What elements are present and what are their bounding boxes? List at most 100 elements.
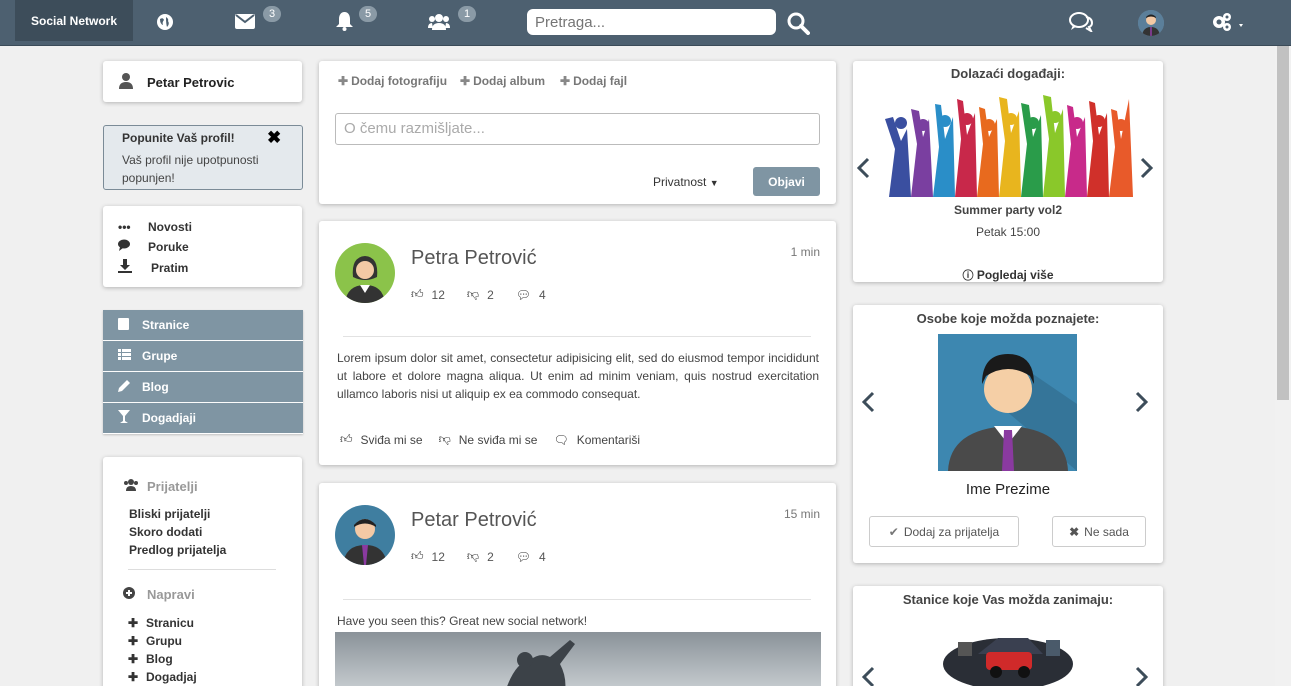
nav-item-blog[interactable]: Blog [103, 372, 303, 403]
globe-icon[interactable] [156, 13, 174, 34]
event-name[interactable]: Summer party vol2 [853, 203, 1163, 217]
chevron-right-icon[interactable] [1140, 157, 1154, 182]
dislikes-count: 👎︎ 2 [467, 287, 494, 302]
profile-card[interactable]: Petar Petrovic [103, 61, 302, 102]
nav-item-dogadjaji[interactable]: Dogadjaji [103, 403, 303, 434]
dislike-label: Ne sviđa mi se [458, 432, 538, 447]
post-image[interactable] [335, 632, 821, 686]
chevron-left-icon[interactable] [856, 157, 870, 182]
plus-icon: ✚ [128, 670, 139, 684]
menu-item-label: Poruke [148, 239, 189, 254]
author-name[interactable]: Petar Petrović [411, 509, 537, 532]
add-photo-link[interactable]: ✚ Dodaj fotografiju [338, 74, 447, 88]
bell-icon[interactable] [336, 12, 353, 34]
dislikes-value: 2 [487, 287, 494, 302]
dislike-button[interactable]: 👎︎ Ne sviđa mi se [439, 432, 538, 447]
ellipsis-icon: ••• [118, 220, 131, 234]
caret-down-icon: ▼ [709, 178, 719, 188]
add-friend-button[interactable]: ✔ Dodaj za prijatelja [869, 516, 1019, 547]
create-link-label: Stranicu [146, 616, 195, 630]
messages-badge: 3 [263, 6, 282, 22]
post-card: Petra Petrović 1 min 👍︎ 12 👎︎ 2 💬︎ 4 Lorem … [319, 221, 836, 465]
create-stranicu[interactable]: ✚ Stranicu [128, 616, 194, 630]
users-icon[interactable] [428, 13, 450, 33]
comment-label: Komentariši [576, 432, 641, 447]
person-photo[interactable] [938, 334, 1077, 471]
nav-item-label: Blog [142, 380, 169, 394]
divider [343, 336, 811, 337]
comment-button[interactable]: 🗨︎ Komentariši [553, 432, 640, 447]
link-bliski-prijatelji[interactable]: Bliski prijatelji [129, 507, 210, 521]
thumbs-up-icon: 👍︎ [340, 432, 353, 446]
like-label: Sviđa mi se [360, 432, 423, 447]
author-name[interactable]: Petra Petrović [411, 247, 537, 270]
link-skoro-dodati[interactable]: Skoro dodati [129, 525, 202, 539]
search-input[interactable] [527, 9, 776, 35]
pages-title: Stanice koje Vas možda zanimaju: [902, 592, 1114, 607]
search-icon[interactable] [786, 11, 810, 38]
nav-item-stranice[interactable]: Stranice [103, 310, 303, 341]
like-button[interactable]: 👍︎ Sviđa mi se [340, 432, 423, 447]
add-photo-label: Dodaj fotografiju [351, 74, 448, 88]
check-icon: ✔ [888, 524, 899, 539]
plus-icon: ✚ [128, 634, 139, 648]
create-grupu[interactable]: ✚ Grupu [128, 634, 182, 648]
times-icon: ✖ [1069, 524, 1080, 539]
create-section-title: Napravi [123, 587, 195, 602]
chevron-left-icon[interactable] [861, 391, 875, 416]
event-time: Petak 15:00 [975, 225, 1041, 239]
see-more-link[interactable]: ⓘ Pogledaj više [853, 267, 1163, 283]
user-avatar[interactable] [1138, 10, 1164, 36]
nav-item-label: Dogadjaji [142, 411, 197, 425]
add-album-label: Dodaj album [473, 74, 546, 88]
menu-item-poruke[interactable]: Poruke [118, 239, 189, 254]
post-actions: 👍︎ Sviđa mi se 👎︎ Ne sviđa mi se 🗨︎ Komenta… [340, 432, 656, 447]
event-image[interactable] [881, 89, 1135, 197]
publish-button[interactable]: Objavi [753, 167, 820, 196]
file-icon [118, 317, 142, 333]
chat-icon[interactable] [1069, 12, 1094, 35]
add-file-link[interactable]: ✚ Dodaj fajl [560, 74, 627, 88]
create-dogadjaj[interactable]: ✚ Dogadjaj [128, 670, 197, 684]
person-name[interactable]: Ime Prezime [853, 481, 1163, 498]
privacy-dropdown[interactable]: Privatnost ▼ [653, 175, 719, 189]
thumbs-down-icon: 👎︎ [466, 287, 480, 301]
menu-item-novosti[interactable]: ••• Novosti [118, 220, 192, 234]
envelope-icon[interactable] [235, 14, 255, 32]
likes-value: 12 [431, 549, 445, 564]
create-link-label: Dogadjaj [146, 670, 197, 684]
nav-item-grupe[interactable]: Grupe [103, 341, 303, 372]
pages-suggestions-card: Stanice koje Vas možda zanimaju: [853, 586, 1163, 686]
post-body: Have you seen this? Great new social net… [337, 614, 588, 628]
author-avatar[interactable] [335, 243, 395, 303]
plus-icon: ✚ [128, 616, 139, 630]
section-nav: Stranice Grupe Blog Dogadjaji [103, 310, 303, 434]
page-scrollbar-thumb[interactable] [1277, 46, 1289, 400]
page-image[interactable] [938, 624, 1077, 686]
likes-count: 👍︎ 12 [411, 549, 445, 564]
chevron-right-icon[interactable] [1135, 666, 1149, 686]
not-now-button[interactable]: ✖ Ne sada [1052, 516, 1146, 547]
menu-item-label: Pratim [151, 260, 189, 275]
settings-gears-icon[interactable] [1211, 12, 1249, 35]
post-time: 15 min [783, 507, 820, 521]
plus-circle-icon [123, 587, 147, 602]
people-suggestions-card: Osobe koje možda poznajete: Ime Prezime … [853, 305, 1163, 563]
post-text-input[interactable]: O čemu razmišljate... [335, 113, 820, 145]
profile-alert: Popunite Vaš profil! Vaš profil nije upo… [103, 125, 303, 190]
chevron-left-icon[interactable] [861, 666, 875, 686]
chevron-right-icon[interactable] [1135, 391, 1149, 416]
dislikes-value: 2 [487, 549, 494, 564]
menu-item-pratim[interactable]: Pratim [118, 259, 188, 276]
create-blog[interactable]: ✚ Blog [128, 652, 173, 666]
privacy-label: Privatnost [653, 175, 707, 189]
add-album-link[interactable]: ✚ Dodaj album [460, 74, 545, 88]
plus-icon: ✚ [338, 74, 349, 88]
author-avatar[interactable] [335, 505, 395, 565]
close-icon[interactable]: ✖ [267, 128, 281, 148]
main-menu: ••• Novosti Poruke Pratim [103, 206, 302, 287]
link-predlog-prijatelja[interactable]: Predlog prijatelja [129, 543, 226, 557]
alert-title: Popunite Vaš profil! [122, 131, 235, 145]
brand-logo[interactable]: Social Network [15, 0, 133, 41]
post-composer: ✚ Dodaj fotografiju ✚ Dodaj album ✚ Dodaj f… [319, 61, 836, 204]
